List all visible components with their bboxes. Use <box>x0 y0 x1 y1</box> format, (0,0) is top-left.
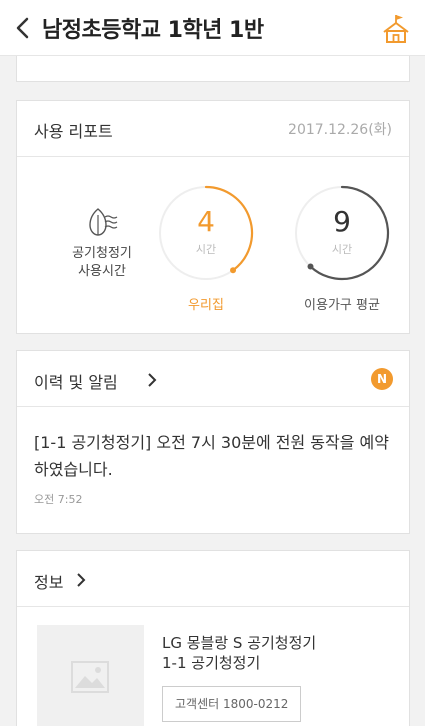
customer-center-button[interactable]: 고객센터 1800-0212 <box>162 686 302 722</box>
purifier-label-line2: 사용시간 <box>78 264 126 279</box>
my-home-unit: 시간 <box>195 243 217 256</box>
back-arrow-icon[interactable] <box>12 14 36 42</box>
history-alerts-card: 이력 및 알림 N [1-1 공기청정기] 오전 7시 30분에 전원 동작을 … <box>16 350 410 534</box>
history-header[interactable]: 이력 및 알림 N <box>17 351 409 407</box>
average-unit: 시간 <box>331 243 353 256</box>
chevron-right-icon[interactable] <box>147 373 157 387</box>
my-home-gauge-dot <box>230 267 237 274</box>
product-name: LG 몽블랑 S 공기청정기 1-1 공기청정기 <box>162 633 316 673</box>
new-badge: N <box>371 368 393 390</box>
air-purifier-icon <box>89 208 118 236</box>
page-title: 남정초등학교 1학년 1반 <box>42 18 264 43</box>
product-device-name: 1-1 공기청정기 <box>162 654 261 672</box>
report-header: 사용 리포트 2017.12.26(화) <box>17 101 409 157</box>
history-title[interactable]: 이력 및 알림 <box>34 369 118 393</box>
info-card: 정보 LG 몽블랑 S 공기청정기 1-1 공기청정기 고객센터 1800-02… <box>16 550 410 726</box>
school-home-icon[interactable] <box>381 12 411 44</box>
info-header[interactable]: 정보 <box>17 551 409 607</box>
product-image-placeholder <box>37 625 144 726</box>
chevron-right-icon[interactable] <box>76 573 86 587</box>
my-home-gauge: 4 시간 <box>156 183 256 283</box>
average-label: 이용가구 평균 <box>304 298 380 313</box>
product-model: LG 몽블랑 S 공기청정기 <box>162 634 317 652</box>
previous-card <box>16 56 410 82</box>
image-placeholder-icon <box>71 661 109 693</box>
info-title[interactable]: 정보 <box>34 569 63 593</box>
average-gauge: 9 시간 <box>292 183 392 283</box>
my-home-hours: 4 <box>197 205 215 238</box>
report-date: 2017.12.26(화) <box>288 122 392 138</box>
usage-report-card: 사용 리포트 2017.12.26(화) 공기청정기 사용시간 4 시간 우리집… <box>16 100 410 334</box>
average-gauge-dot <box>307 263 314 270</box>
my-home-label: 우리집 <box>188 298 224 313</box>
alert-time: 오전 7:52 <box>34 493 83 506</box>
average-hours: 9 <box>333 205 351 238</box>
purifier-usage-label: 공기청정기 사용시간 <box>37 205 167 281</box>
purifier-label-line1: 공기청정기 <box>72 246 132 261</box>
alert-message: [1-1 공기청정기] 오전 7시 30분에 전원 동작을 예약하였습니다. <box>34 433 389 479</box>
report-title: 사용 리포트 <box>34 122 113 141</box>
app-header: 남정초등학교 1학년 1반 <box>0 0 425 56</box>
